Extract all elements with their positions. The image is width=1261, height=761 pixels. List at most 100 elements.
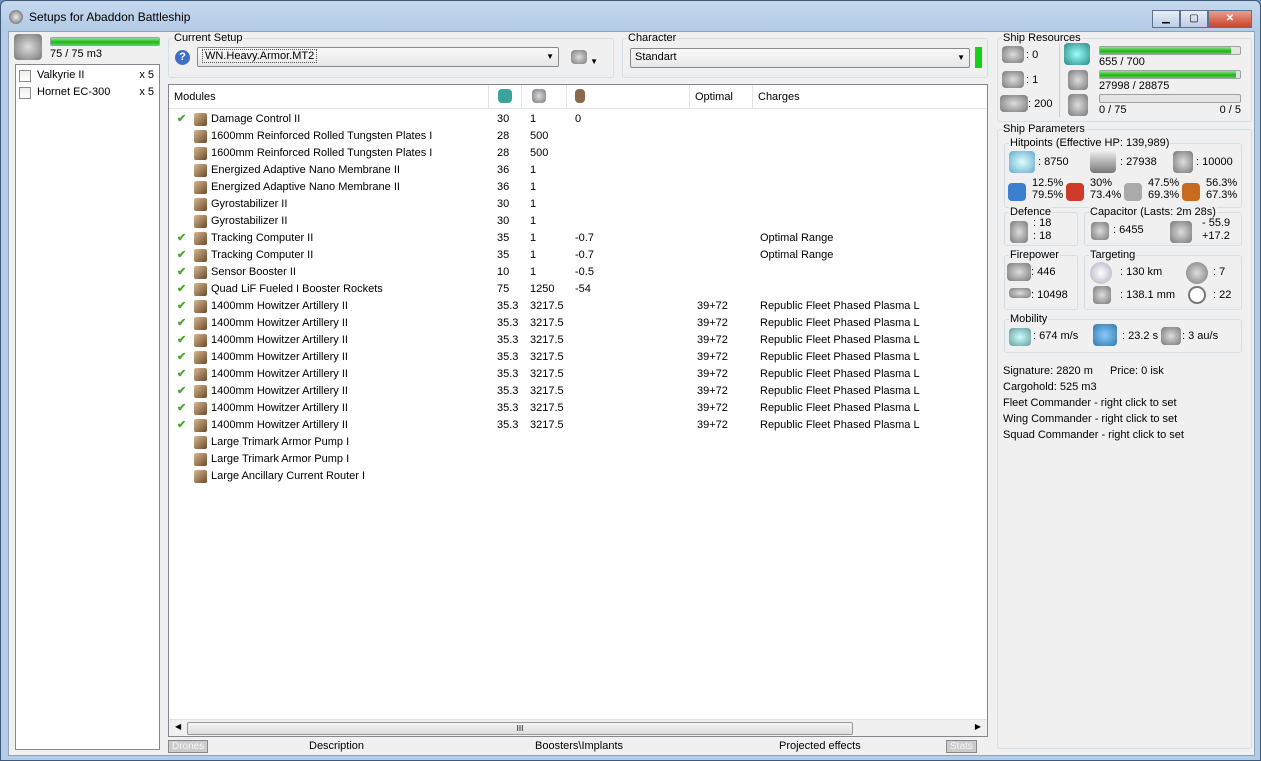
setup-dropdown[interactable]: WN.Heavy.Armor.MT2 ▼: [197, 47, 559, 67]
table-row[interactable]: Gyrostabilizer II 30 1: [169, 213, 987, 230]
table-row[interactable]: ✔ Tracking Computer II 35 1 -0.7 Optimal…: [169, 247, 987, 264]
table-row[interactable]: ✔ 1400mm Howitzer Artillery II 35.3 3217…: [169, 383, 987, 400]
active-check-icon: ✔: [177, 402, 187, 414]
minimize-button[interactable]: ▁: [1152, 10, 1180, 28]
launcher-hardpoint-icon: [1002, 71, 1024, 88]
module-name: Large Trimark Armor Pump I: [211, 453, 350, 465]
stats-button[interactable]: Stats: [946, 740, 977, 753]
module-cpu: 30: [497, 198, 510, 210]
column-charges[interactable]: Charges: [753, 85, 989, 109]
drone-bandwidth-usage: 0 / 75: [1099, 104, 1127, 116]
table-row[interactable]: ✔ Damage Control II 30 1 0: [169, 111, 987, 128]
table-row[interactable]: ✔ 1400mm Howitzer Artillery II 35.3 3217…: [169, 366, 987, 383]
active-drones: 0 / 5: [1219, 104, 1241, 116]
current-setup-group: Current Setup ? WN.Heavy.Armor.MT2 ▼ ▼: [168, 32, 614, 78]
table-row[interactable]: ✔ 1400mm Howitzer Artillery II 35.3 3217…: [169, 332, 987, 349]
cpu-icon: [498, 89, 512, 103]
character-dropdown[interactable]: Standart ▼: [630, 48, 970, 68]
module-icon: [194, 351, 207, 364]
capacitor-capacity-icon: [1091, 222, 1109, 240]
table-row[interactable]: ✔ Sensor Booster II 10 1 -0.5: [169, 264, 987, 281]
module-icon: [194, 283, 207, 296]
module-charges: Republic Fleet Phased Plasma L: [760, 385, 920, 397]
scan-resolution-icon: [1188, 286, 1206, 304]
module-name: Damage Control II: [211, 113, 301, 125]
hitpoints-group: Hitpoints (Effective HP: 139,989) : 8750…: [1004, 137, 1242, 208]
armor-hp: : 27938: [1120, 156, 1157, 168]
column-modules[interactable]: Modules: [169, 85, 489, 109]
table-row[interactable]: 1600mm Reinforced Rolled Tungsten Plates…: [169, 145, 987, 162]
calibration-icon: [1000, 95, 1028, 112]
scroll-right-arrow[interactable]: ▶: [975, 722, 981, 731]
active-check-icon: ✔: [177, 419, 187, 431]
active-check-icon: ✔: [177, 385, 187, 397]
table-row[interactable]: ✔ 1400mm Howitzer Artillery II 35.3 3217…: [169, 400, 987, 417]
drone-checkbox[interactable]: [19, 87, 31, 99]
tab-projected-effects[interactable]: Projected effects: [779, 740, 861, 752]
calibration-value: : 200: [1028, 98, 1053, 110]
maximize-button[interactable]: ▢: [1180, 10, 1208, 28]
column-powergrid[interactable]: [522, 85, 567, 109]
table-row[interactable]: Gyrostabilizer II 30 1: [169, 196, 987, 213]
volley-icon: [1009, 288, 1031, 298]
column-cpu[interactable]: [489, 85, 522, 109]
module-name: 1600mm Reinforced Rolled Tungsten Plates…: [211, 130, 433, 142]
module-optimal: 39+72: [697, 419, 728, 431]
column-capacitor[interactable]: [567, 85, 690, 109]
chevron-down-icon: ▼: [546, 52, 554, 61]
fleet-commander[interactable]: Fleet Commander - right click to set: [1003, 397, 1177, 409]
module-name: Gyrostabilizer II: [211, 215, 288, 227]
drone-name: Hornet EC-300: [37, 86, 111, 98]
table-row[interactable]: Large Trimark Armor Pump I: [169, 434, 987, 451]
table-row[interactable]: Energized Adaptive Nano Membrane II 36 1: [169, 162, 987, 179]
table-row[interactable]: Large Trimark Armor Pump I: [169, 451, 987, 468]
tab-description[interactable]: Description: [309, 740, 364, 752]
capacitor-icon: [575, 89, 585, 103]
ship-menu-button[interactable]: ▼: [571, 50, 598, 67]
warp-speed-icon: [1161, 327, 1181, 345]
scrollbar-thumb[interactable]: III: [187, 722, 853, 735]
table-row[interactable]: ✔ 1400mm Howitzer Artillery II 35.3 3217…: [169, 315, 987, 332]
table-row[interactable]: ✔ 1400mm Howitzer Artillery II 35.3 3217…: [169, 349, 987, 366]
module-optimal: 39+72: [697, 334, 728, 346]
drones-button[interactable]: Drones: [168, 740, 209, 753]
tab-boosters-implants[interactable]: Boosters\Implants: [535, 740, 623, 752]
module-optimal: 39+72: [697, 402, 728, 414]
price: Price: 0 isk: [1110, 365, 1164, 377]
dps-icon: [1007, 263, 1031, 281]
window: Setups for Abaddon Battleship ▁ ▢ ✕ 75 /…: [0, 0, 1261, 761]
table-row[interactable]: ✔ 1400mm Howitzer Artillery II 35.3 3217…: [169, 417, 987, 434]
table-row[interactable]: ✔ Tracking Computer II 35 1 -0.7 Optimal…: [169, 230, 987, 247]
squad-commander[interactable]: Squad Commander - right click to set: [1003, 429, 1184, 441]
launcher-hardpoints: : 1: [1026, 74, 1039, 86]
drone-list-item[interactable]: Valkyrie II x 5: [19, 68, 157, 84]
active-check-icon: ✔: [177, 368, 187, 380]
active-check-icon: ✔: [177, 249, 187, 261]
scroll-left-arrow[interactable]: ◀: [175, 722, 181, 731]
close-button[interactable]: ✕: [1208, 10, 1252, 28]
bottom-tabs: Drones Description Boosters\Implants Pro…: [168, 739, 988, 755]
module-icon: [194, 317, 207, 330]
module-powergrid: 1: [530, 215, 537, 227]
module-cpu: 36: [497, 181, 510, 193]
module-charges: Republic Fleet Phased Plasma L: [760, 368, 920, 380]
table-row[interactable]: Large Ancillary Current Router I: [169, 468, 987, 485]
module-icon: [194, 249, 207, 262]
table-row[interactable]: Energized Adaptive Nano Membrane II 36 1: [169, 179, 987, 196]
module-name: 1600mm Reinforced Rolled Tungsten Plates…: [211, 147, 433, 159]
drone-list-item[interactable]: Hornet EC-300 x 5: [19, 85, 157, 101]
help-icon[interactable]: ?: [175, 50, 190, 65]
drone-checkbox[interactable]: [19, 70, 31, 82]
wing-commander[interactable]: Wing Commander - right click to set: [1003, 413, 1177, 425]
table-row[interactable]: 1600mm Reinforced Rolled Tungsten Plates…: [169, 128, 987, 145]
module-icon: [194, 181, 207, 194]
column-optimal[interactable]: Optimal: [690, 85, 753, 109]
table-row[interactable]: ✔ Quad LiF Fueled I Booster Rockets 75 1…: [169, 281, 987, 298]
module-icon: [194, 470, 207, 483]
horizontal-scrollbar[interactable]: ◀ III ▶: [169, 719, 987, 736]
drone-quantity: x 5: [139, 69, 154, 81]
current-setup-label: Current Setup: [173, 32, 244, 44]
table-row[interactable]: ✔ 1400mm Howitzer Artillery II 35.3 3217…: [169, 298, 987, 315]
chevron-down-icon: ▼: [590, 57, 598, 66]
module-icon: [194, 113, 207, 126]
